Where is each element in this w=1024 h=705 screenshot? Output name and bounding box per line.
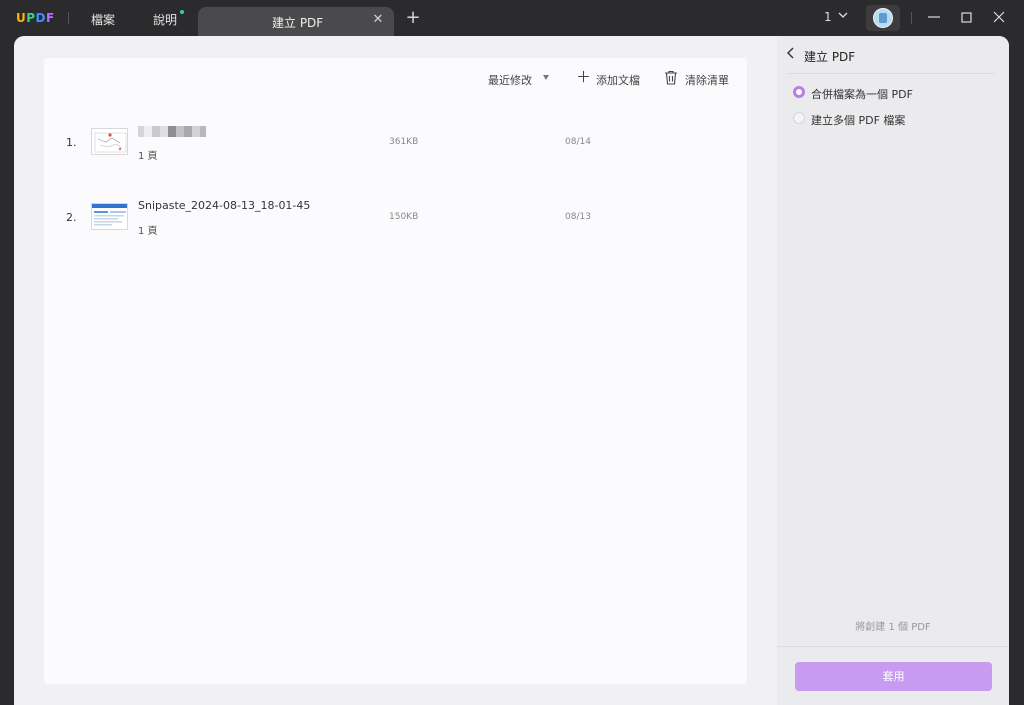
file-date: 08/14	[565, 137, 591, 147]
file-name-redacted	[138, 124, 206, 137]
close-icon[interactable]	[988, 7, 1010, 29]
back-chevron-icon[interactable]	[787, 47, 795, 63]
file-date: 08/13	[565, 212, 591, 222]
create-count-note: 將創建 1 個 PDF	[855, 622, 931, 633]
clear-list-button[interactable]: 清除清單	[685, 72, 729, 88]
logo-letter: D	[35, 11, 47, 25]
divider	[68, 12, 69, 24]
side-panel-title: 建立 PDF	[804, 50, 856, 64]
file-pages: 1 頁	[138, 226, 158, 237]
file-list-card: 最近修改 ＋ 添加文檔 清除清單 1. 1 頁 361KB 08/14 2. S…	[44, 58, 747, 684]
plus-icon[interactable]: ＋	[576, 70, 591, 85]
file-row[interactable]: 2. Snipaste_2024-08-13_18-01-45 1 頁 150K…	[44, 193, 747, 243]
divider	[911, 12, 912, 24]
option-multiple-label[interactable]: 建立多個 PDF 檔案	[811, 112, 905, 128]
main-panel: 最近修改 ＋ 添加文檔 清除清單 1. 1 頁 361KB 08/14 2. S…	[14, 36, 1009, 705]
maximize-icon[interactable]	[955, 7, 977, 29]
sort-dropdown[interactable]: 最近修改	[488, 72, 532, 88]
create-pdf-side-panel: 建立 PDF 合併檔案為一個 PDF 建立多個 PDF 檔案 將創建 1 個 P…	[777, 36, 1009, 705]
avatar	[873, 8, 893, 28]
divider	[787, 73, 995, 74]
user-avatar-button[interactable]	[866, 5, 900, 31]
file-size: 150KB	[389, 212, 419, 222]
chevron-down-icon[interactable]	[838, 10, 848, 23]
radio-merge[interactable]	[793, 86, 805, 98]
divider	[777, 646, 1009, 647]
trash-icon[interactable]	[664, 70, 678, 85]
page-count[interactable]: 1	[824, 10, 832, 24]
logo-letter: P	[26, 11, 36, 25]
new-tab-icon[interactable]: +	[404, 9, 422, 27]
file-pages: 1 頁	[138, 151, 158, 162]
notification-dot	[180, 10, 184, 14]
option-merge-label[interactable]: 合併檔案為一個 PDF	[811, 86, 913, 102]
tab-close-icon[interactable]: ✕	[372, 13, 384, 27]
row-index: 2.	[66, 211, 77, 224]
file-size: 361KB	[389, 137, 419, 147]
row-index: 1.	[66, 136, 77, 149]
app-logo[interactable]: UPDF	[16, 11, 55, 25]
file-row[interactable]: 1. 1 頁 361KB 08/14	[44, 118, 747, 168]
tab-create-pdf[interactable]: 建立 PDF ✕	[198, 7, 394, 36]
tab-label: 建立 PDF	[272, 16, 324, 30]
caret-down-icon[interactable]	[543, 75, 549, 80]
sketch-thumbnail-icon	[91, 128, 128, 155]
add-file-button[interactable]: 添加文檔	[596, 72, 640, 88]
radio-multiple[interactable]	[793, 112, 805, 124]
logo-letter: F	[46, 11, 55, 25]
menu-help[interactable]: 說明	[153, 11, 177, 28]
screenshot-thumbnail-icon	[91, 203, 128, 230]
menu-file[interactable]: 檔案	[91, 11, 115, 28]
apply-button[interactable]: 套用	[795, 662, 992, 691]
minimize-icon[interactable]	[923, 7, 945, 29]
file-name: Snipaste_2024-08-13_18-01-45	[138, 199, 311, 212]
logo-letter: U	[16, 11, 27, 25]
title-bar: UPDF 檔案 說明 建立 PDF ✕ + 1	[0, 0, 1024, 36]
